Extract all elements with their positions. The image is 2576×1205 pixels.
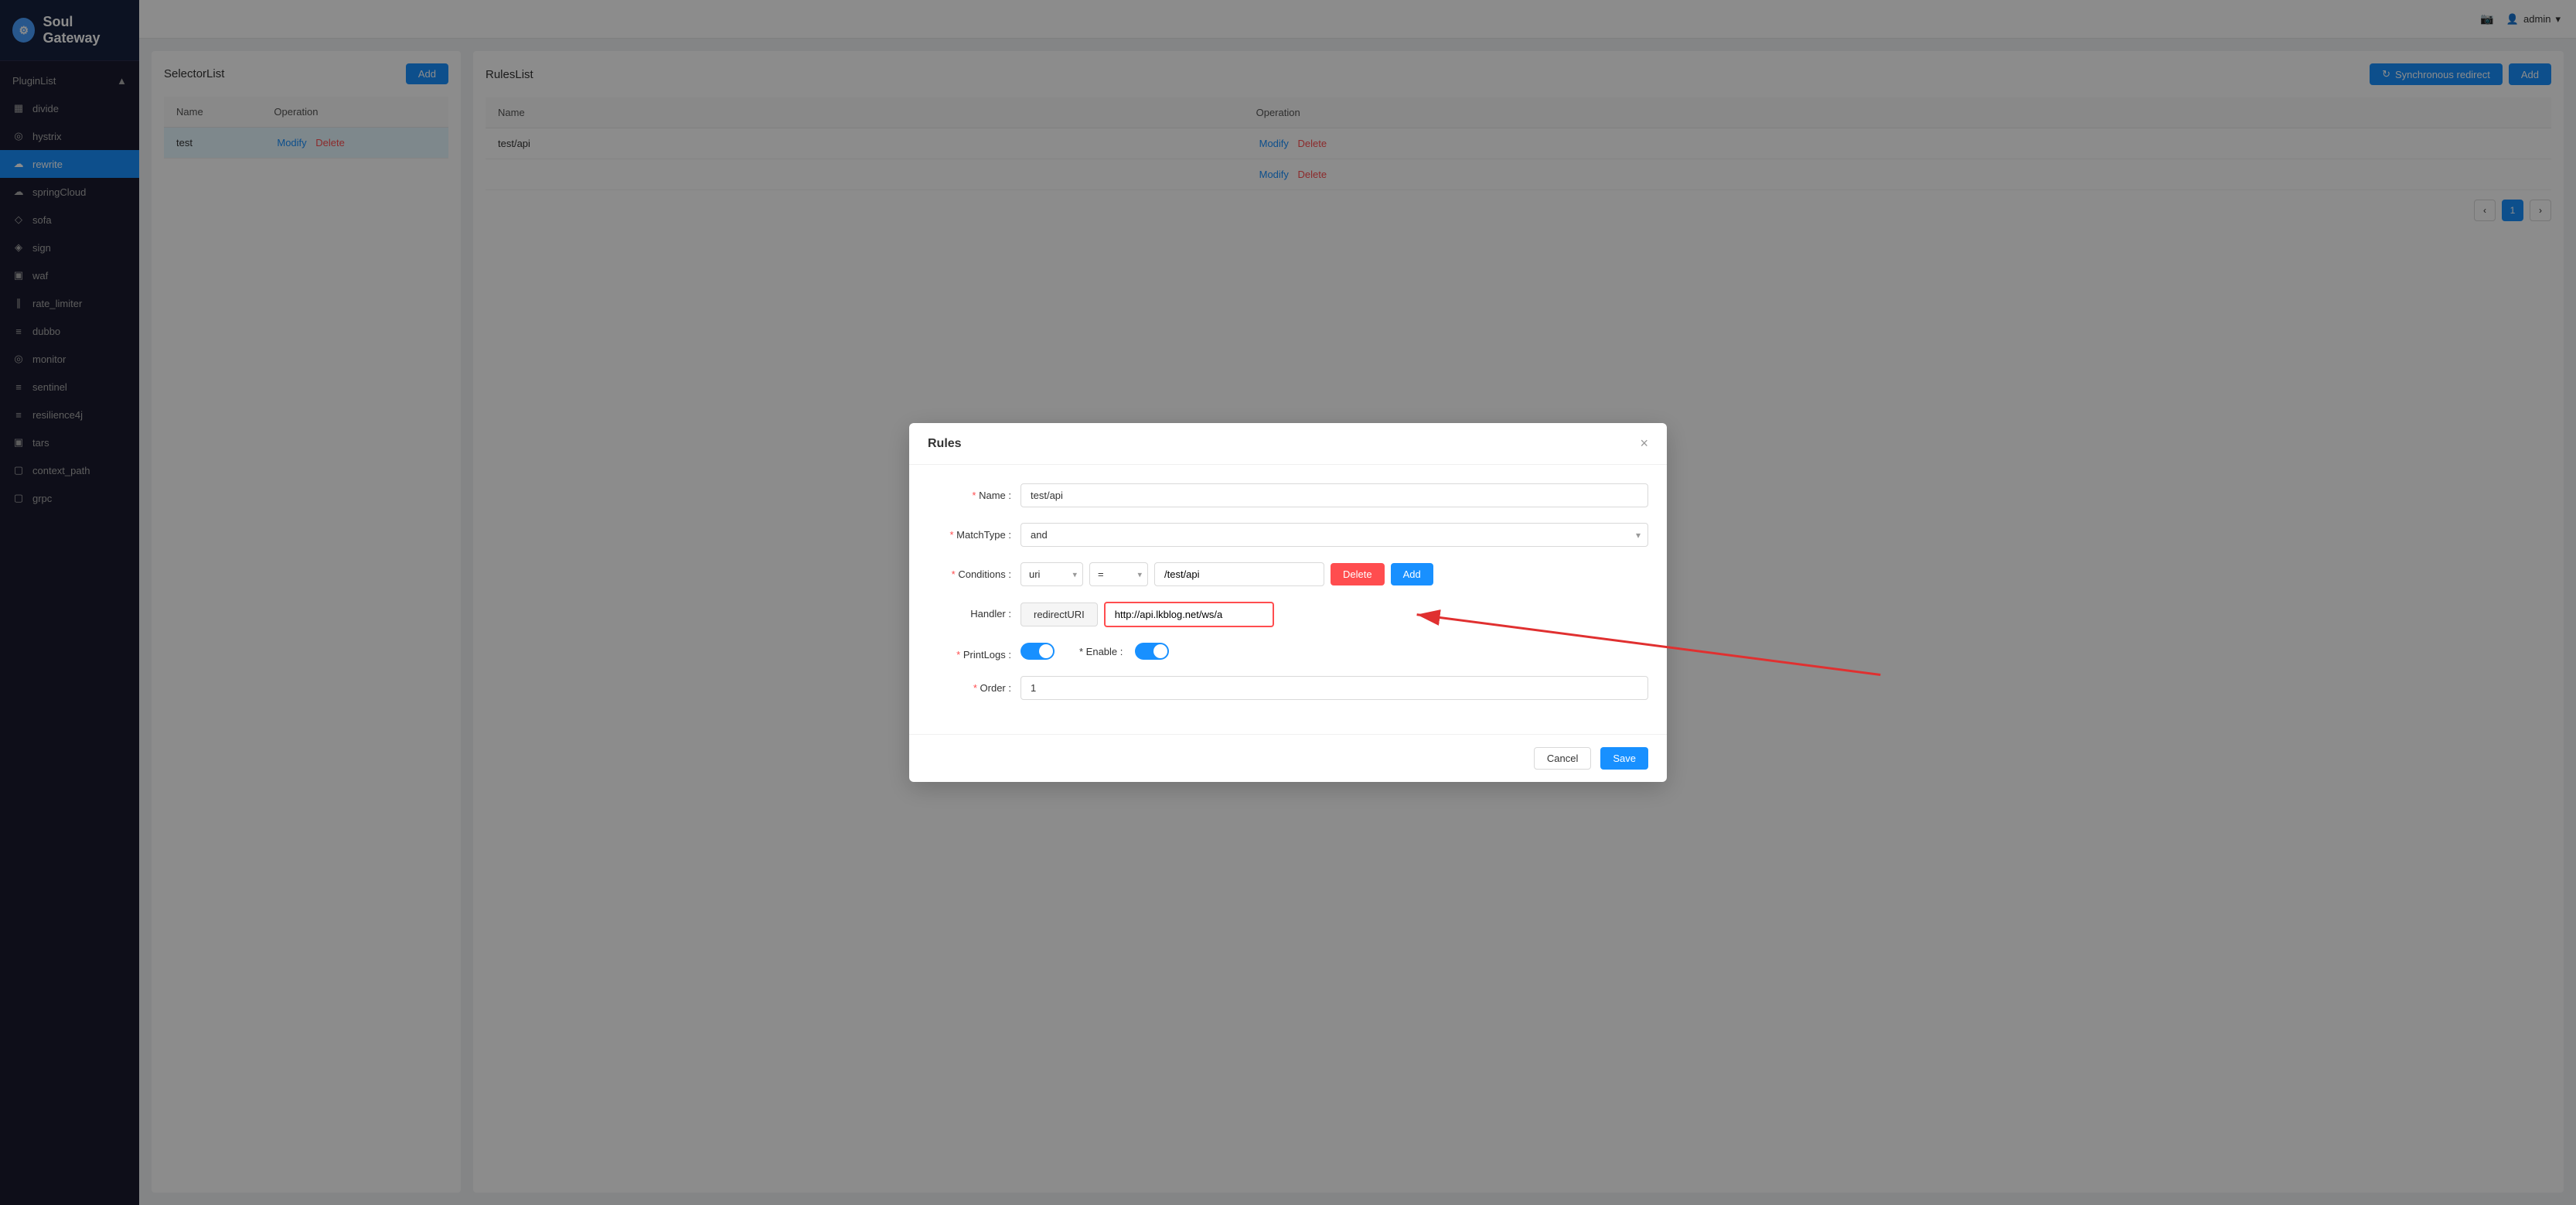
- handler-control: redirectURI: [1021, 602, 1648, 627]
- modal-title: Rules: [928, 437, 962, 451]
- enable-toggle[interactable]: [1135, 643, 1169, 660]
- handler-type-label: redirectURI: [1021, 602, 1098, 626]
- condition-add-button[interactable]: Add: [1391, 563, 1433, 585]
- handler-label: Handler :: [928, 602, 1021, 620]
- match-type-row: MatchType : and or ▾: [928, 523, 1648, 547]
- save-button[interactable]: Save: [1600, 747, 1648, 770]
- condition-value-input[interactable]: [1154, 562, 1324, 586]
- logs-enable-row: PrintLogs : * Enable :: [928, 643, 1648, 661]
- handler-inputs: redirectURI: [1021, 602, 1648, 627]
- print-logs-label: PrintLogs :: [928, 643, 1021, 661]
- modal-overlay[interactable]: Rules × Name : MatchType :: [0, 0, 2576, 1205]
- conditions-label: Conditions :: [928, 562, 1021, 580]
- match-type-label: MatchType :: [928, 523, 1021, 541]
- condition-type-select[interactable]: uri header query: [1021, 562, 1083, 586]
- name-field-control: [1021, 483, 1648, 507]
- toggle-group-wrapper: * Enable :: [1021, 643, 1648, 660]
- condition-type-wrapper: uri header query ▾: [1021, 562, 1083, 586]
- condition-op-select[interactable]: = != match: [1089, 562, 1148, 586]
- name-input[interactable]: [1021, 483, 1648, 507]
- name-label: Name :: [928, 483, 1021, 501]
- logs-enable-control: * Enable :: [1021, 643, 1648, 660]
- name-field-row: Name :: [928, 483, 1648, 507]
- cancel-button[interactable]: Cancel: [1534, 747, 1591, 770]
- order-row: Order :: [928, 676, 1648, 700]
- match-type-control: and or ▾: [1021, 523, 1648, 547]
- condition-delete-button[interactable]: Delete: [1331, 563, 1385, 585]
- conditions-row: Conditions : uri header query ▾: [928, 562, 1648, 586]
- modal-header: Rules ×: [909, 423, 1667, 465]
- condition-op-wrapper: = != match ▾: [1089, 562, 1148, 586]
- conditions-inputs: uri header query ▾ = != match: [1021, 562, 1648, 586]
- modal-body: Name : MatchType : and or: [909, 465, 1667, 734]
- conditions-control: uri header query ▾ = != match: [1021, 562, 1648, 586]
- handler-value-input[interactable]: [1104, 602, 1274, 627]
- handler-row: Handler : redirectURI: [928, 602, 1648, 627]
- order-control: [1021, 676, 1648, 700]
- enable-label: * Enable :: [1079, 646, 1123, 657]
- modal-footer: Cancel Save: [909, 734, 1667, 782]
- rules-modal: Rules × Name : MatchType :: [909, 423, 1667, 782]
- modal-close-button[interactable]: ×: [1640, 435, 1648, 452]
- order-input[interactable]: [1021, 676, 1648, 700]
- order-label: Order :: [928, 676, 1021, 694]
- print-logs-toggle[interactable]: [1021, 643, 1055, 660]
- match-type-select-wrapper: and or ▾: [1021, 523, 1648, 547]
- match-type-select[interactable]: and or: [1021, 523, 1648, 547]
